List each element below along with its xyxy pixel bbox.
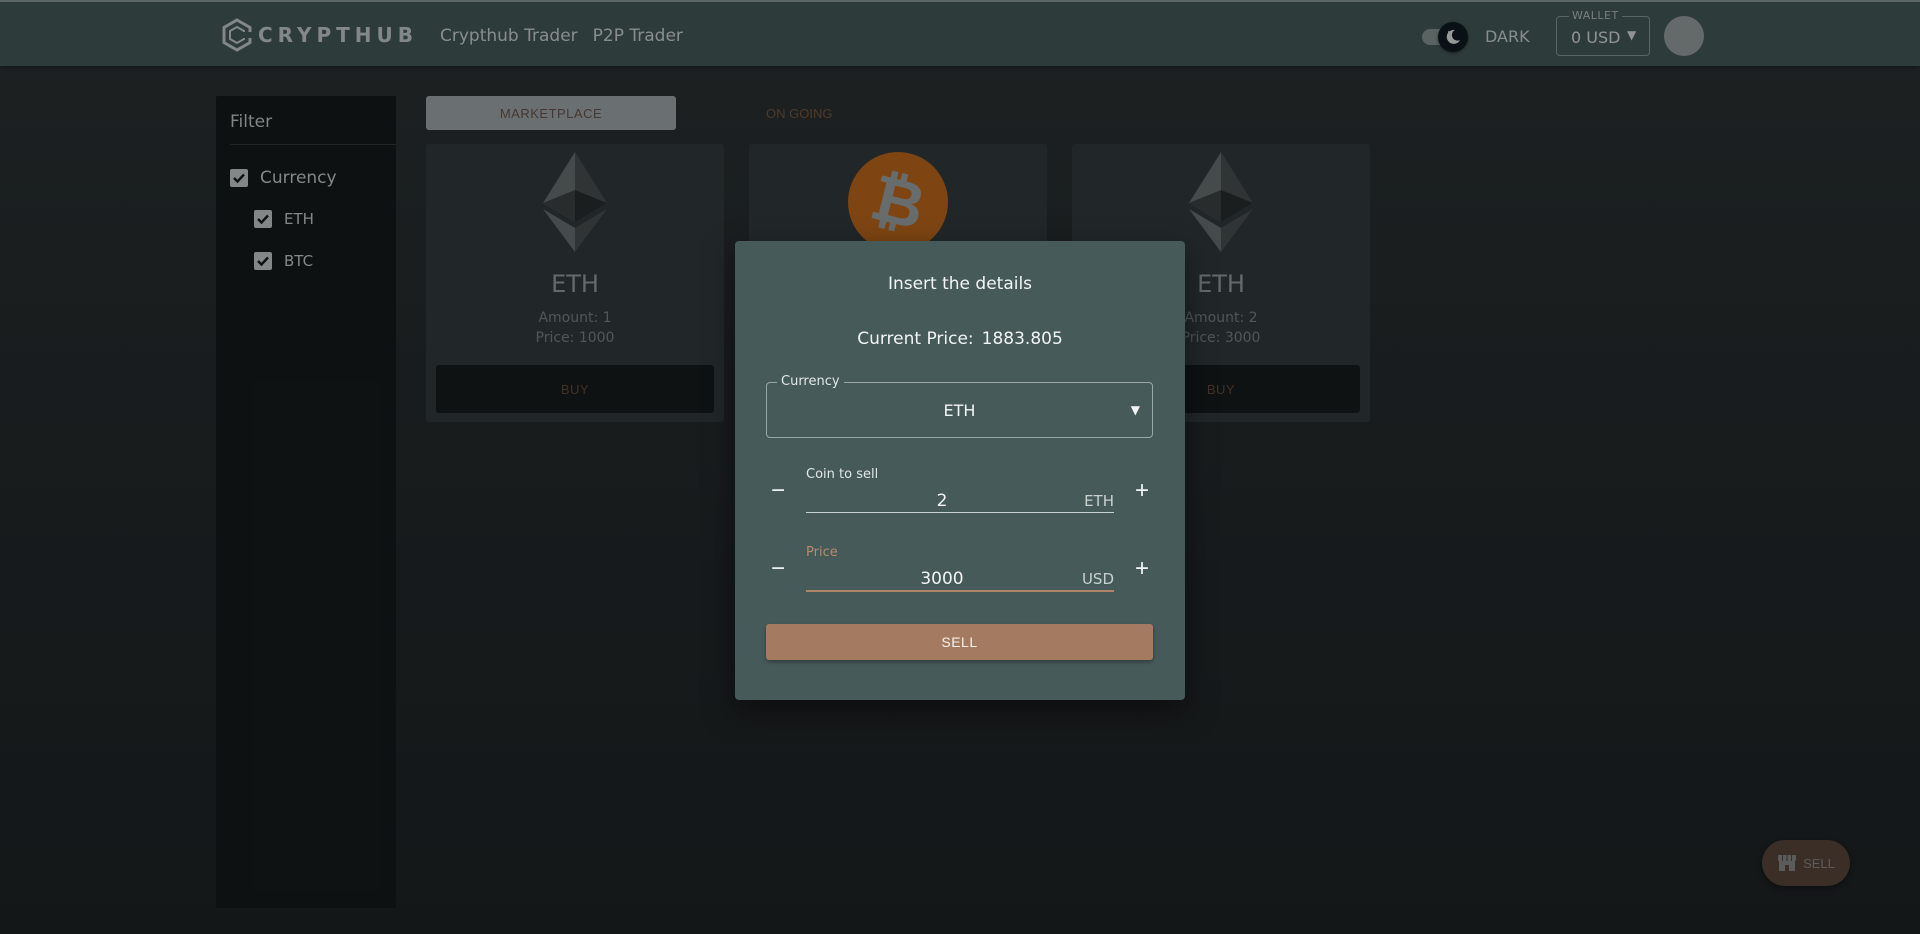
price-field[interactable]: Price 3000 USD: [806, 545, 1114, 592]
currency-select-label: Currency: [777, 374, 844, 389]
coin-to-sell-label: Coin to sell: [806, 467, 879, 482]
dialog-title: Insert the details: [887, 274, 1033, 294]
coin-unit: ETH: [1084, 492, 1114, 510]
price-unit: USD: [1081, 570, 1114, 588]
price-increment-button[interactable]: +: [1130, 557, 1154, 581]
sell-button[interactable]: SELL: [766, 624, 1153, 660]
price-label: Price: [806, 545, 838, 560]
sell-dialog: Insert the details Current Price: 1883.80…: [735, 241, 1185, 700]
coin-decrement-button[interactable]: −: [766, 479, 790, 503]
coin-underline: [806, 512, 1114, 513]
currency-select[interactable]: Currency ETH ▼: [766, 374, 1153, 438]
price-decrement-button[interactable]: −: [766, 557, 790, 581]
price-underline: [806, 590, 1114, 592]
current-price-label: Current Price:: [857, 329, 974, 349]
current-price-value: 1883.805: [981, 329, 1063, 349]
coin-to-sell-input[interactable]: 2: [806, 491, 1078, 511]
current-price: Current Price: 1883.805: [735, 329, 1185, 349]
currency-select-value: ETH: [943, 401, 976, 420]
coin-increment-button[interactable]: +: [1130, 479, 1154, 503]
coin-to-sell-field[interactable]: Coin to sell 2 ETH: [806, 467, 1114, 513]
price-input[interactable]: 3000: [806, 569, 1078, 589]
caret-down-icon: ▼: [1130, 403, 1140, 417]
